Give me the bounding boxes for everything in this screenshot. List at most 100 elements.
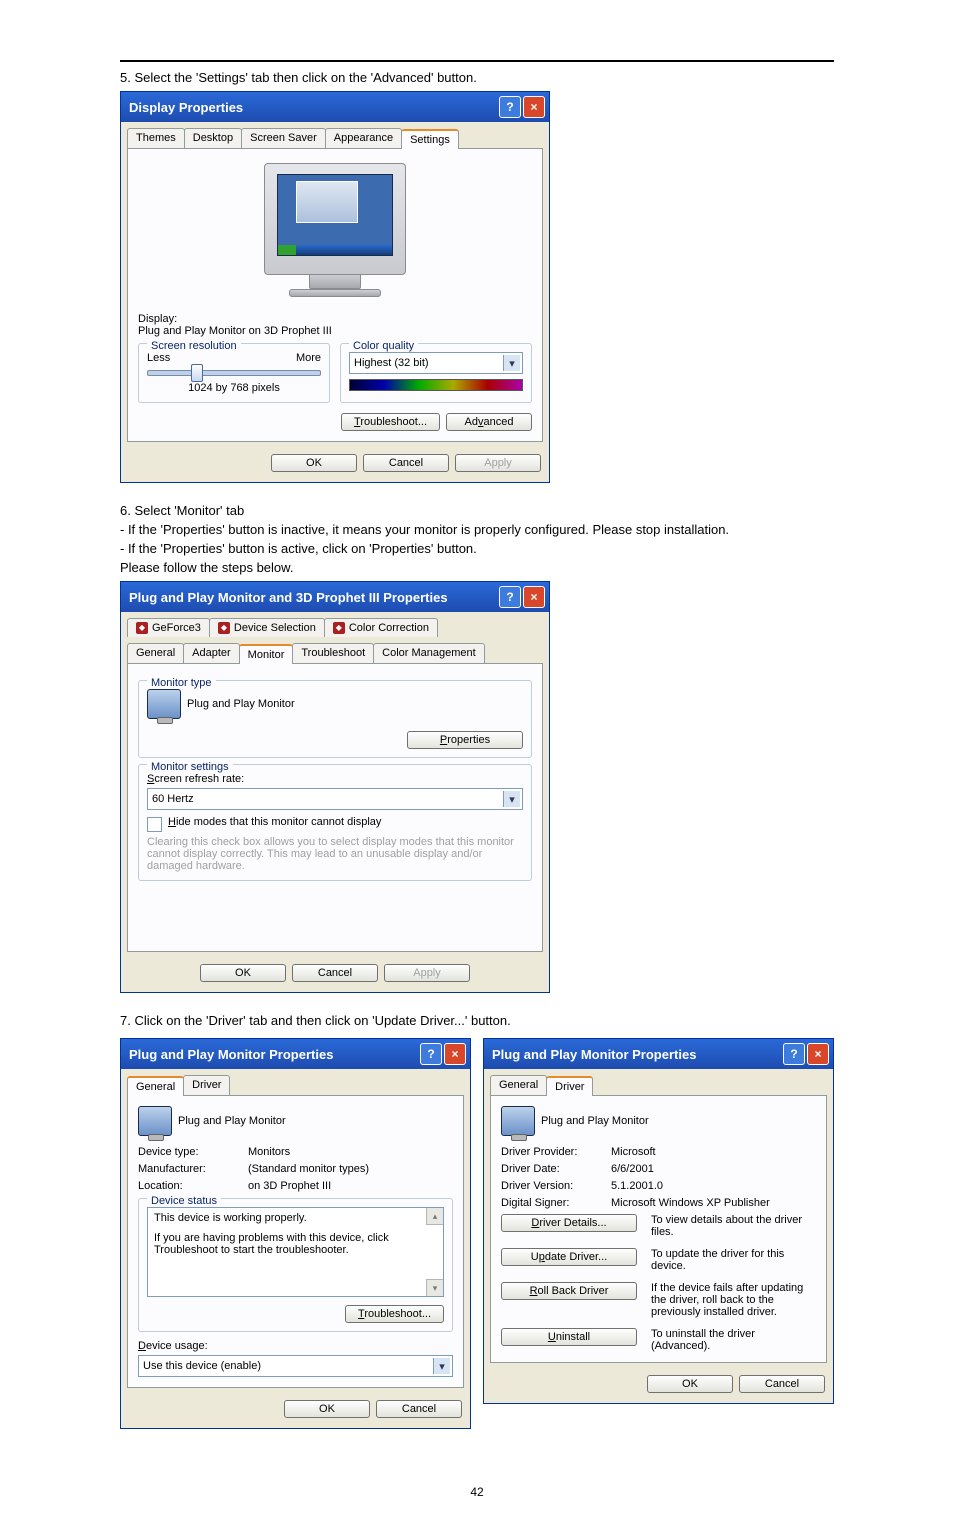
dialog-titlebar: Display Properties ? × bbox=[121, 92, 549, 122]
help-icon[interactable]: ? bbox=[420, 1043, 442, 1065]
close-icon[interactable]: × bbox=[807, 1043, 829, 1065]
monitor-settings-legend: Monitor settings bbox=[147, 761, 233, 773]
device-usage-label: Device usage: bbox=[138, 1340, 453, 1352]
color-quality-legend: Color quality bbox=[349, 340, 418, 352]
tab-geforce3[interactable]: ◆GeForce3 bbox=[127, 618, 210, 637]
close-icon[interactable]: × bbox=[523, 96, 545, 118]
cancel-button[interactable]: Cancel bbox=[739, 1375, 825, 1393]
monitor-name: Plug and Play Monitor bbox=[187, 698, 295, 710]
nvidia-icon: ◆ bbox=[218, 622, 230, 634]
driver-provider-label: Driver Provider: bbox=[501, 1146, 611, 1158]
troubleshoot-button[interactable]: TTroubleshoot...roubleshoot... bbox=[341, 413, 440, 431]
advanced-button[interactable]: Advanced bbox=[446, 413, 532, 431]
close-icon[interactable]: × bbox=[444, 1043, 466, 1065]
help-icon[interactable]: ? bbox=[783, 1043, 805, 1065]
manufacturer-value: (Standard monitor types) bbox=[248, 1163, 369, 1175]
device-usage-select[interactable]: Use this device (enable) ▾ bbox=[138, 1355, 453, 1377]
refresh-rate-value: 60 Hertz bbox=[152, 793, 194, 805]
display-label: Display: bbox=[138, 313, 532, 325]
tab-color-management[interactable]: Color Management bbox=[373, 643, 485, 663]
tab-screensaver[interactable]: Screen Saver bbox=[241, 128, 326, 148]
tab-settings[interactable]: Settings bbox=[401, 129, 459, 149]
rollback-driver-button[interactable]: Roll Back Driver bbox=[501, 1282, 637, 1300]
digital-signer-value: Microsoft Windows XP Publisher bbox=[611, 1197, 770, 1209]
scroll-down-icon[interactable]: ▾ bbox=[426, 1279, 443, 1296]
refresh-rate-select[interactable]: 60 Hertz ▾ bbox=[147, 788, 523, 810]
tab-driver[interactable]: Driver bbox=[546, 1076, 593, 1096]
tab-themes[interactable]: Themes bbox=[127, 128, 185, 148]
color-quality-value: Highest (32 bit) bbox=[354, 357, 429, 369]
properties-button[interactable]: Properties bbox=[407, 731, 523, 749]
slider-thumb-icon[interactable] bbox=[191, 364, 203, 382]
tab-general[interactable]: General bbox=[127, 1076, 184, 1096]
color-quality-select[interactable]: Highest (32 bit) ▾ bbox=[349, 352, 523, 374]
dialog-title: Display Properties bbox=[129, 100, 243, 115]
tab-device-selection[interactable]: ◆Device Selection bbox=[209, 618, 325, 637]
step5-text: 5. Select the 'Settings' tab then click … bbox=[120, 70, 834, 85]
scroll-up-icon[interactable]: ▴ bbox=[426, 1208, 443, 1225]
location-label: Location: bbox=[138, 1180, 248, 1192]
tab-monitor[interactable]: Monitor bbox=[239, 644, 294, 664]
device-status-text: This device is working properly. If you … bbox=[147, 1207, 444, 1297]
chevron-down-icon: ▾ bbox=[433, 1358, 450, 1374]
nvidia-icon: ◆ bbox=[333, 622, 345, 634]
manufacturer-label: Manufacturer: bbox=[138, 1163, 248, 1175]
tab-appearance[interactable]: Appearance bbox=[325, 128, 402, 148]
driver-version-label: Driver Version: bbox=[501, 1180, 611, 1192]
device-type-label: Device type: bbox=[138, 1146, 248, 1158]
pnp-general-dialog: Plug and Play Monitor Properties ? × Gen… bbox=[120, 1038, 471, 1429]
cancel-button[interactable]: Cancel bbox=[376, 1400, 462, 1418]
tab-desktop[interactable]: Desktop bbox=[184, 128, 242, 148]
slider-more-label: More bbox=[296, 352, 321, 364]
monitor-name: Plug and Play Monitor bbox=[541, 1115, 649, 1127]
ok-button[interactable]: OK bbox=[647, 1375, 733, 1393]
color-swatch-icon bbox=[349, 379, 523, 391]
display-value: Plug and Play Monitor on 3D Prophet III bbox=[138, 325, 532, 337]
ok-button[interactable]: OK bbox=[284, 1400, 370, 1418]
ok-button[interactable]: OK bbox=[271, 454, 357, 472]
step6b-text: - If the 'Properties' button is inactive… bbox=[120, 522, 834, 537]
uninstall-button[interactable]: Uninstall bbox=[501, 1328, 637, 1346]
monitor-type-legend: Monitor type bbox=[147, 677, 216, 689]
tab-color-correction[interactable]: ◆Color Correction bbox=[324, 618, 438, 637]
dialog-title: Plug and Play Monitor Properties bbox=[129, 1047, 333, 1062]
chevron-down-icon: ▾ bbox=[503, 355, 520, 371]
nvidia-icon: ◆ bbox=[136, 622, 148, 634]
apply-button: Apply bbox=[455, 454, 541, 472]
help-icon[interactable]: ? bbox=[499, 586, 521, 608]
tab-adapter[interactable]: Adapter bbox=[183, 643, 240, 663]
troubleshoot-button[interactable]: Troubleshoot... bbox=[345, 1305, 444, 1323]
cancel-button[interactable]: Cancel bbox=[292, 964, 378, 982]
monitor-name: Plug and Play Monitor bbox=[178, 1115, 286, 1127]
chevron-down-icon: ▾ bbox=[503, 791, 520, 807]
dialog-title: Plug and Play Monitor Properties bbox=[492, 1047, 696, 1062]
step6a-text: 6. Select 'Monitor' tab bbox=[120, 503, 834, 518]
screen-resolution-legend: Screen resolution bbox=[147, 340, 241, 352]
slider-less-label: Less bbox=[147, 352, 170, 364]
monitor-icon bbox=[138, 1106, 172, 1136]
driver-details-button[interactable]: Driver Details... bbox=[501, 1214, 637, 1232]
step6c-text: - If the 'Properties' button is active, … bbox=[120, 541, 834, 556]
update-driver-button[interactable]: Update Driver... bbox=[501, 1248, 637, 1266]
digital-signer-label: Digital Signer: bbox=[501, 1197, 611, 1209]
cancel-button[interactable]: Cancel bbox=[363, 454, 449, 472]
resolution-slider[interactable] bbox=[147, 370, 321, 376]
tab-general[interactable]: General bbox=[490, 1075, 547, 1095]
tab-driver[interactable]: Driver bbox=[183, 1075, 230, 1095]
dialog-title: Plug and Play Monitor and 3D Prophet III… bbox=[129, 590, 448, 605]
ok-button[interactable]: OK bbox=[200, 964, 286, 982]
monitor-preview-icon bbox=[255, 163, 415, 303]
close-icon[interactable]: × bbox=[523, 586, 545, 608]
help-icon[interactable]: ? bbox=[499, 96, 521, 118]
hide-modes-checkbox[interactable] bbox=[147, 817, 162, 832]
display-properties-dialog: Display Properties ? × Themes Desktop Sc… bbox=[120, 91, 550, 483]
step6d-text: Please follow the steps below. bbox=[120, 560, 834, 575]
update-driver-desc: To update the driver for this device. bbox=[651, 1248, 816, 1272]
apply-button: Apply bbox=[384, 964, 470, 982]
device-type-value: Monitors bbox=[248, 1146, 290, 1158]
tab-troubleshoot[interactable]: Troubleshoot bbox=[292, 643, 374, 663]
tab-general[interactable]: General bbox=[127, 643, 184, 663]
monitor-properties-dialog: Plug and Play Monitor and 3D Prophet III… bbox=[120, 581, 550, 993]
refresh-rate-label: Screen refresh rate: bbox=[147, 773, 523, 785]
step7-text: 7. Click on the 'Driver' tab and then cl… bbox=[120, 1013, 834, 1028]
